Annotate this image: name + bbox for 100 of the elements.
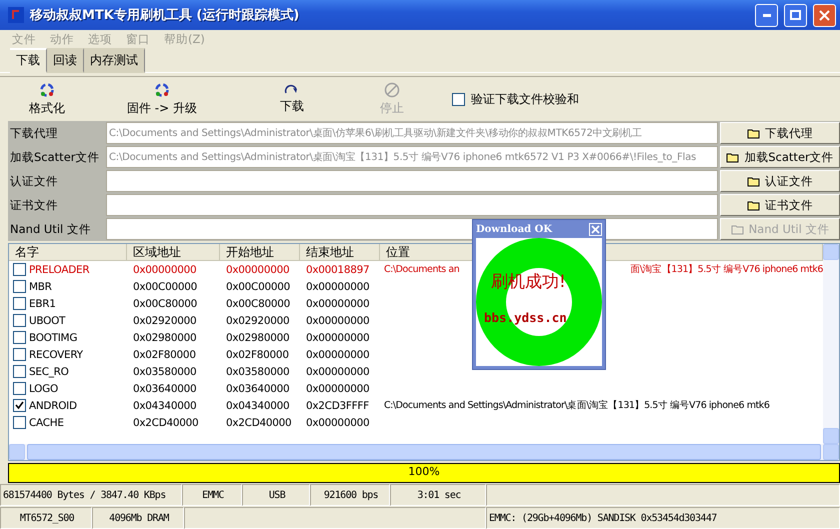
table-cell: PRELOADER [29, 264, 90, 276]
checkbox[interactable] [452, 92, 465, 106]
table-cell: 0x04340000 [226, 400, 290, 412]
table-cell: 0x02920000 [133, 314, 196, 326]
browse-button[interactable]: 证书文件 [720, 194, 840, 216]
table-cell: C:\Documents and Settings\Administrator\桌面\淘宝【131】5.5寸 编号V76 iphone6 mtk6 [384, 399, 770, 412]
browse-button[interactable]: 认证文件 [720, 170, 840, 192]
status-text: EMMC: (29Gb+4096Mb) SANDISK 0x53454d303447 [489, 512, 717, 524]
status-text: EMMC [202, 490, 224, 500]
popup-title: Download OK [476, 224, 552, 234]
status-text: 921600 bps [324, 490, 378, 500]
table-cell: 0x02980000 [226, 332, 290, 344]
maximize-icon [790, 10, 801, 20]
status-text: 3:01 sec [417, 490, 461, 500]
checkbox[interactable] [13, 348, 26, 361]
close-icon [819, 10, 830, 20]
table-cell: 0x2CD40000 [133, 416, 198, 428]
table-cell: SEC_RO [29, 366, 69, 378]
browse-button[interactable]: 下载代理 [720, 122, 840, 144]
column-header[interactable]: 名字 [9, 244, 127, 261]
column-header[interactable]: 开始地址 [220, 244, 300, 261]
table-cell: LOGO [29, 382, 58, 394]
checkbox[interactable] [13, 416, 26, 429]
tab[interactable]: 内存测试 [84, 48, 145, 73]
folder-icon [747, 176, 761, 186]
table-cell: 0x00018897 [306, 264, 370, 276]
table-cell: 0x2CD3FFFF [306, 400, 369, 412]
table-cell: EBR1 [29, 298, 56, 310]
checkbox[interactable] [13, 331, 26, 344]
checkbox[interactable] [13, 314, 26, 327]
app-icon [8, 7, 24, 23]
column-header[interactable]: 结束地址 [300, 244, 380, 261]
tab[interactable]: 回读 [47, 48, 84, 73]
checkbox[interactable] [13, 399, 26, 412]
field-label: 认证文件 [9, 172, 59, 190]
table-cell: 0x00000000 [306, 298, 370, 310]
field-label: 加载Scatter文件 [9, 148, 100, 166]
table-cell: 0x00000000 [306, 314, 370, 326]
table-cell: 0x03640000 [133, 382, 196, 394]
path-field[interactable] [106, 194, 718, 216]
table-cell: 0x00C80000 [226, 298, 290, 310]
checkbox[interactable] [13, 263, 26, 276]
table-cell: UBOOT [29, 314, 66, 326]
toolbar-button[interactable]: 格式化 [12, 82, 82, 116]
vertical-scrollbar[interactable] [823, 244, 839, 444]
folder-icon [730, 224, 745, 234]
recycle-icon [39, 82, 55, 98]
table-cell: RECOVERY [29, 348, 83, 360]
field-label: Nand Util 文件 [9, 220, 92, 238]
checkbox-label: 验证下载文件校验和 [471, 90, 579, 108]
status-text: 681574400 Bytes / 3847.40 KBps [3, 490, 166, 500]
status-text: MT6572_S00 [20, 512, 74, 524]
toolbar-button[interactable]: 下载 [242, 84, 342, 114]
path-field[interactable] [106, 170, 718, 192]
table-cell: 0x00000000 [306, 382, 370, 394]
maximize-button[interactable] [784, 4, 807, 26]
table-cell: 0x04340000 [133, 400, 196, 412]
checkbox[interactable] [13, 280, 26, 293]
toolbar-button[interactable]: 固件 -> 升级 [82, 82, 242, 116]
checkbox[interactable] [13, 365, 26, 378]
table-cell: 0x02F80000 [226, 348, 289, 360]
table-cell: 0x03580000 [133, 366, 196, 378]
folder-icon [726, 152, 740, 162]
redo-arrow-icon [284, 84, 300, 96]
table-cell: 0x03640000 [226, 382, 290, 394]
table-cell: 0x00000000 [226, 264, 290, 276]
column-header[interactable]: 区域地址 [127, 244, 220, 261]
window-title: 移动叔叔MTK专用刷机工具 (运行时跟踪模式) [30, 6, 300, 24]
table-cell: 0x00000000 [306, 416, 370, 428]
table-cell: 0x00C00000 [133, 280, 197, 292]
table-cell: 0x02980000 [133, 332, 196, 344]
status-text: 4096Mb DRAM [109, 512, 169, 524]
field-label: 下载代理 [9, 124, 59, 142]
stop-icon [384, 82, 400, 98]
status-text: USB [268, 490, 286, 500]
progress-label: 100% [408, 465, 440, 478]
table-cell: MBR [29, 280, 52, 292]
table-cell: 0x03580000 [226, 366, 290, 378]
checkbox[interactable] [13, 382, 26, 395]
table-cell: 面\淘宝【131】5.5寸 编号V76 iphone6 mtk6 [630, 263, 823, 276]
checkbox[interactable] [13, 297, 26, 310]
table-cell: 0x00000000 [306, 366, 370, 378]
browse-button[interactable]: 加载Scatter文件 [720, 146, 840, 168]
field-label: 证书文件 [9, 196, 59, 214]
folder-icon [747, 200, 761, 210]
table-cell: 0x02920000 [226, 314, 290, 326]
table-cell: 0x00000000 [133, 264, 196, 276]
table-cell: 0x2CD40000 [226, 416, 292, 428]
folder-icon [747, 128, 761, 138]
tab[interactable]: 下载 [10, 48, 47, 73]
horizontal-scrollbar[interactable] [9, 444, 839, 460]
table-cell: 0x00000000 [306, 280, 370, 292]
table-cell: CACHE [29, 416, 64, 428]
table-cell: C:\Documents an [384, 264, 460, 275]
minimize-button[interactable] [755, 4, 778, 26]
table-cell: 0x02F80000 [133, 348, 196, 360]
table-cell: BOOTIMG [29, 332, 78, 344]
close-button[interactable] [813, 4, 836, 26]
table-cell: 0x00000000 [306, 348, 370, 360]
close-icon[interactable] [589, 222, 602, 236]
